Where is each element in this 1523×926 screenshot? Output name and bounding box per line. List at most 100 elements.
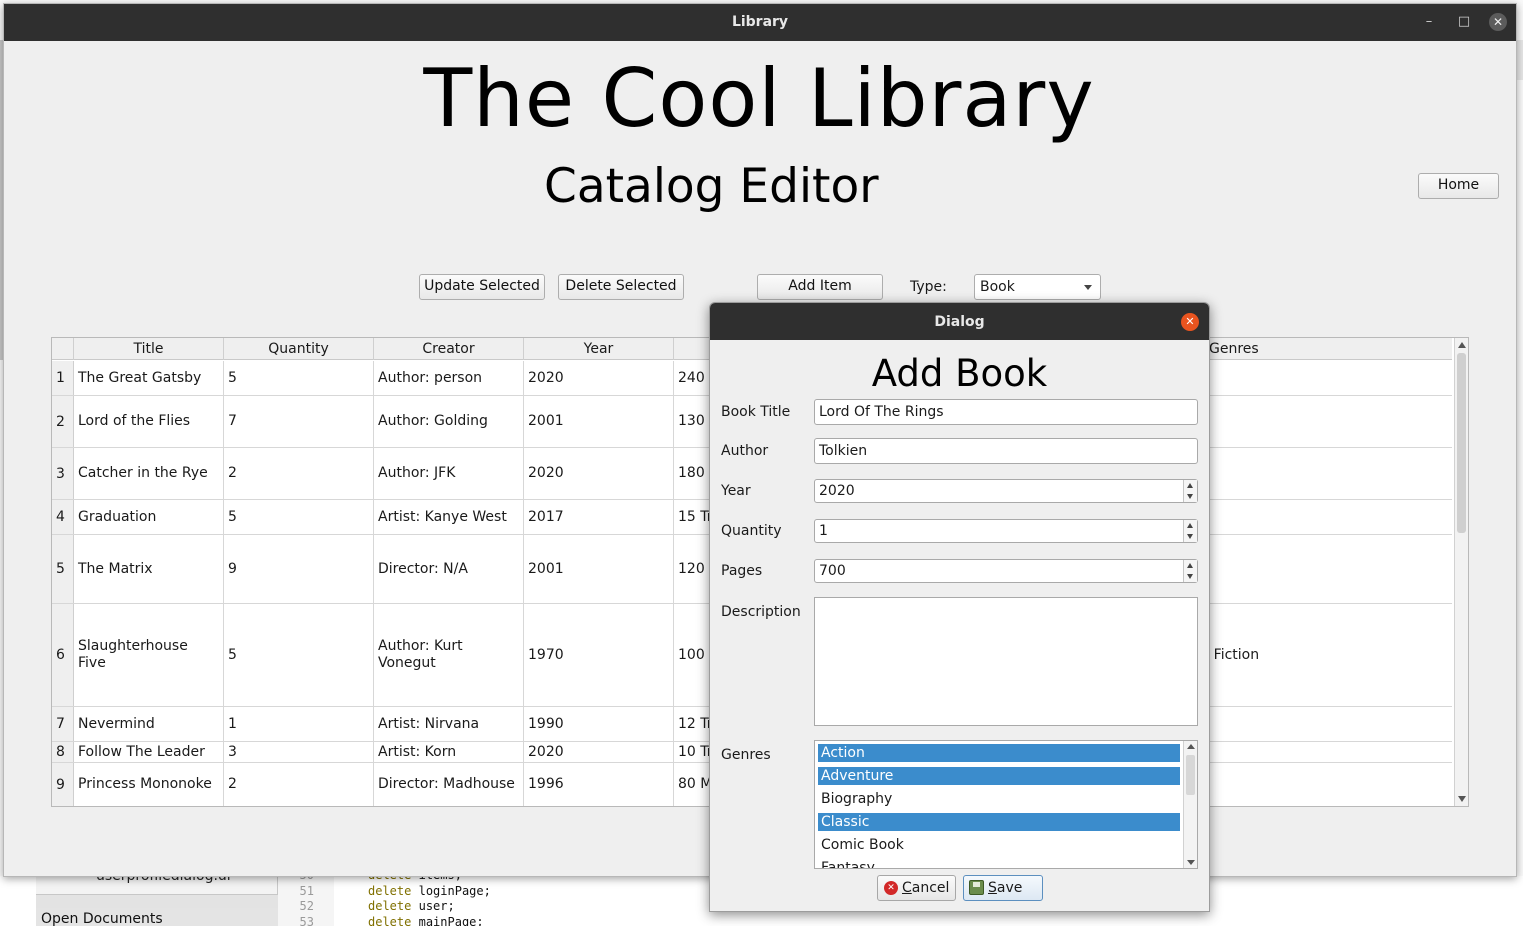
row-number[interactable]: 2 xyxy=(52,396,74,447)
book-title-input[interactable]: Lord Of The Rings xyxy=(814,399,1198,425)
cell-title[interactable]: Follow The Leader xyxy=(74,742,224,762)
row-number[interactable]: 5 xyxy=(52,535,74,603)
decrement-icon[interactable] xyxy=(1187,534,1193,539)
scroll-handle[interactable] xyxy=(1457,353,1466,533)
cell-title[interactable]: The Matrix xyxy=(74,535,224,603)
genres-scrollbar[interactable] xyxy=(1183,741,1197,868)
add-item-button[interactable]: Add Item xyxy=(757,274,883,300)
year-stepper[interactable] xyxy=(1183,480,1197,502)
quantity-label: Quantity xyxy=(721,523,782,539)
scroll-down-icon[interactable] xyxy=(1187,860,1195,865)
ide-tree-scrollbar[interactable] xyxy=(36,894,278,908)
cell-title[interactable]: The Great Gatsby xyxy=(74,361,224,395)
cell-creator[interactable]: Author: Kurt Vonegut xyxy=(374,604,524,706)
cell-quantity[interactable]: 9 xyxy=(224,535,374,603)
genre-item[interactable]: Action xyxy=(818,744,1180,762)
cell-title[interactable]: Graduation xyxy=(74,500,224,534)
year-spinbox[interactable]: 2020 xyxy=(814,479,1198,503)
type-select[interactable]: Book xyxy=(974,274,1101,300)
cell-year[interactable]: 1970 xyxy=(524,604,674,706)
dialog-heading: Add Book xyxy=(871,352,1048,395)
cell-quantity[interactable]: 2 xyxy=(224,763,374,806)
home-button[interactable]: Home xyxy=(1418,173,1499,199)
cell-quantity[interactable]: 2 xyxy=(224,448,374,499)
minimize-icon[interactable]: – xyxy=(1420,13,1438,31)
cell-quantity[interactable]: 5 xyxy=(224,604,374,706)
scroll-down-icon[interactable] xyxy=(1458,796,1466,802)
cell-creator[interactable]: Director: N/A xyxy=(374,535,524,603)
cell-creator[interactable]: Author: Golding xyxy=(374,396,524,447)
cell-quantity[interactable]: 5 xyxy=(224,500,374,534)
increment-icon[interactable] xyxy=(1187,563,1193,568)
maximize-icon[interactable]: □ xyxy=(1455,13,1473,31)
scroll-up-icon[interactable] xyxy=(1187,744,1195,749)
ide-open-documents[interactable]: Open Documents xyxy=(36,908,278,926)
row-number[interactable]: 1 xyxy=(52,361,74,395)
cell-year[interactable]: 2017 xyxy=(524,500,674,534)
cell-year[interactable]: 1996 xyxy=(524,763,674,806)
cell-title[interactable]: Catcher in the Rye xyxy=(74,448,224,499)
genre-item[interactable]: Fantasy xyxy=(818,859,1180,868)
cell-title[interactable]: Lord of the Flies xyxy=(74,396,224,447)
column-header-quantity[interactable]: Quantity xyxy=(224,338,374,360)
cell-creator[interactable]: Author: JFK xyxy=(374,448,524,499)
row-number[interactable]: 7 xyxy=(52,707,74,741)
column-header-year[interactable]: Year xyxy=(524,338,674,360)
description-textarea[interactable] xyxy=(814,597,1198,726)
delete-selected-button[interactable]: Delete Selected xyxy=(558,274,684,300)
cell-title[interactable]: Princess Mononoke xyxy=(74,763,224,806)
quantity-spinbox[interactable]: 1 xyxy=(814,519,1198,543)
cell-quantity[interactable]: 5 xyxy=(224,361,374,395)
genre-item[interactable]: Biography xyxy=(818,790,1180,808)
genre-item[interactable]: Comic Book xyxy=(818,836,1180,854)
row-number[interactable]: 6 xyxy=(52,604,74,706)
genres-list[interactable]: Action Adventure Biography Classic Comic Boo… xyxy=(814,740,1198,869)
cell-quantity[interactable]: 3 xyxy=(224,742,374,762)
genre-item[interactable]: Classic xyxy=(818,813,1180,831)
row-number[interactable]: 3 xyxy=(52,448,74,499)
author-input[interactable]: Tolkien xyxy=(814,438,1198,464)
genre-item[interactable]: Adventure xyxy=(818,767,1180,785)
row-number[interactable]: 9 xyxy=(52,763,74,806)
close-icon[interactable]: ✕ xyxy=(1181,313,1199,331)
code-identifier: mainPage; xyxy=(418,914,484,926)
quantity-stepper[interactable] xyxy=(1183,520,1197,542)
save-button[interactable]: Save xyxy=(963,875,1043,901)
update-selected-button[interactable]: Update Selected xyxy=(419,274,545,300)
scroll-up-icon[interactable] xyxy=(1458,342,1466,348)
cell-year[interactable]: 2001 xyxy=(524,535,674,603)
increment-icon[interactable] xyxy=(1187,523,1193,528)
table-scrollbar[interactable] xyxy=(1454,338,1468,806)
decrement-icon[interactable] xyxy=(1187,574,1193,579)
cell-year[interactable]: 1990 xyxy=(524,707,674,741)
row-number[interactable]: 8 xyxy=(52,742,74,762)
corner-header[interactable] xyxy=(52,338,74,360)
cell-quantity[interactable]: 7 xyxy=(224,396,374,447)
description-label: Description xyxy=(721,604,801,620)
cell-year[interactable]: 2020 xyxy=(524,742,674,762)
cell-creator[interactable]: Author: person xyxy=(374,361,524,395)
increment-icon[interactable] xyxy=(1187,483,1193,488)
cell-creator[interactable]: Director: Madhouse xyxy=(374,763,524,806)
cell-year[interactable]: 2020 xyxy=(524,448,674,499)
scroll-handle[interactable] xyxy=(1186,755,1195,795)
cell-title[interactable]: Slaughterhouse Five xyxy=(74,604,224,706)
window-titlebar[interactable]: Library – □ ✕ xyxy=(4,4,1516,41)
decrement-icon[interactable] xyxy=(1187,494,1193,499)
pages-stepper[interactable] xyxy=(1183,560,1197,582)
cell-year[interactable]: 2020 xyxy=(524,361,674,395)
pages-spinbox[interactable]: 700 xyxy=(814,559,1198,583)
column-header-title[interactable]: Title xyxy=(74,338,224,360)
column-header-creator[interactable]: Creator xyxy=(374,338,524,360)
code-line: delete loginPage; xyxy=(368,884,491,900)
cell-creator[interactable]: Artist: Nirvana xyxy=(374,707,524,741)
dialog-titlebar[interactable]: Dialog xyxy=(710,303,1209,340)
cell-year[interactable]: 2001 xyxy=(524,396,674,447)
cell-creator[interactable]: Artist: Kanye West xyxy=(374,500,524,534)
close-icon[interactable]: ✕ xyxy=(1489,13,1507,31)
cancel-button[interactable]: ✕ Cancel xyxy=(877,875,956,901)
cell-title[interactable]: Nevermind xyxy=(74,707,224,741)
cell-quantity[interactable]: 1 xyxy=(224,707,374,741)
cell-creator[interactable]: Artist: Korn xyxy=(374,742,524,762)
row-number[interactable]: 4 xyxy=(52,500,74,534)
